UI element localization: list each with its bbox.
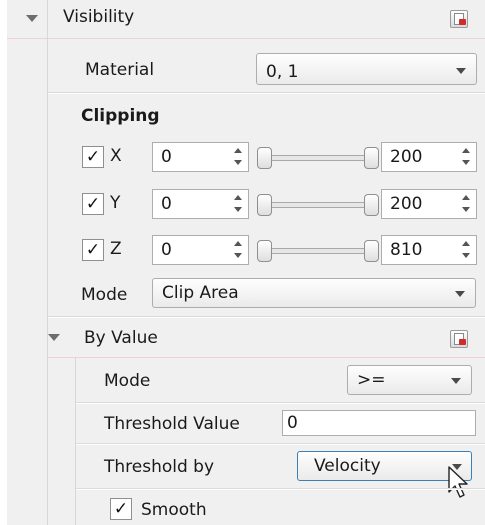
slider-max-handle[interactable] (364, 240, 379, 262)
spin-up-icon[interactable] (230, 238, 246, 250)
clip-axis-row-z: ✓ Z 0 810 (7, 233, 485, 267)
spin-down-icon[interactable] (230, 157, 246, 169)
clip-min-value: 0 (161, 147, 172, 167)
chevron-down-icon (456, 68, 466, 74)
clip-z-range-slider[interactable] (257, 235, 379, 265)
clip-y-label: Y (110, 193, 121, 213)
clip-mode-label: Mode (81, 285, 128, 305)
spin-up-icon[interactable] (458, 238, 474, 250)
spin-down-icon[interactable] (458, 157, 474, 169)
clip-z-min-spinbox[interactable]: 0 (152, 235, 249, 265)
threshold-value-input[interactable]: 0 (282, 410, 476, 436)
clip-y-checkbox[interactable]: ✓ (82, 193, 104, 215)
reset-default-icon[interactable] (450, 330, 468, 348)
spin-down-icon[interactable] (458, 250, 474, 262)
spin-up-icon[interactable] (230, 192, 246, 204)
by-value-mode-value: >= (357, 370, 386, 390)
by-value-mode-label: Mode (104, 371, 151, 391)
clipping-title: Clipping (81, 106, 160, 126)
mouse-pointer-icon (448, 466, 468, 498)
spin-down-icon[interactable] (230, 250, 246, 262)
spin-up-icon[interactable] (458, 192, 474, 204)
clip-x-max-spinbox[interactable]: 200 (381, 142, 477, 172)
threshold-by-value: Velocity (314, 456, 381, 476)
clip-x-range-slider[interactable] (257, 142, 379, 172)
reset-default-icon[interactable] (450, 10, 468, 28)
material-value: 0, 1 (266, 62, 299, 82)
clip-x-checkbox[interactable]: ✓ (82, 146, 104, 168)
slider-max-handle[interactable] (364, 194, 379, 216)
clip-min-value: 0 (161, 240, 172, 260)
expanded-triangle-icon[interactable] (26, 15, 38, 22)
by-value-mode-combo[interactable]: >= (347, 365, 472, 395)
clip-mode-value: Clip Area (162, 283, 239, 303)
slider-min-handle[interactable] (257, 147, 272, 169)
clip-x-label: X (110, 146, 122, 166)
clip-min-value: 0 (161, 194, 172, 214)
threshold-value-label: Threshold Value (104, 414, 240, 434)
clip-axis-row-x: ✓ X 0 200 (7, 140, 485, 174)
visibility-header[interactable]: Visibility (7, 0, 485, 38)
smooth-label: Smooth (141, 500, 207, 520)
clip-y-max-spinbox[interactable]: 200 (381, 189, 477, 219)
clip-y-min-spinbox[interactable]: 0 (152, 189, 249, 219)
clip-max-value: 200 (390, 147, 423, 167)
material-label: Material (85, 60, 155, 80)
chevron-down-icon (455, 291, 465, 297)
slider-min-handle[interactable] (257, 240, 272, 262)
spin-up-icon[interactable] (458, 145, 474, 157)
clip-z-label: Z (110, 239, 122, 259)
spin-down-icon[interactable] (458, 204, 474, 216)
chevron-down-icon (451, 378, 461, 384)
slider-min-handle[interactable] (257, 194, 272, 216)
slider-max-handle[interactable] (364, 147, 379, 169)
visibility-header-label: Visibility (63, 7, 135, 27)
threshold-value-text: 0 (287, 413, 298, 433)
clip-z-checkbox[interactable]: ✓ (82, 239, 104, 261)
material-combo[interactable]: 0, 1 (256, 53, 477, 85)
clip-axis-row-y: ✓ Y 0 200 (7, 187, 485, 221)
smooth-checkbox[interactable]: ✓ (110, 498, 132, 520)
properties-panel: Visibility Material 0, 1 Clipping ✓ X 0 (7, 0, 485, 525)
threshold-by-combo[interactable]: Velocity (297, 451, 472, 481)
expanded-triangle-icon[interactable] (48, 334, 60, 341)
clip-x-min-spinbox[interactable]: 0 (152, 142, 249, 172)
clip-max-value: 200 (390, 194, 423, 214)
clip-max-value: 810 (390, 240, 423, 260)
clip-y-range-slider[interactable] (257, 189, 379, 219)
threshold-by-label: Threshold by (104, 457, 215, 477)
by-value-header[interactable]: By Value (48, 318, 485, 356)
clip-mode-combo[interactable]: Clip Area (152, 278, 476, 308)
spin-down-icon[interactable] (230, 204, 246, 216)
spin-up-icon[interactable] (230, 145, 246, 157)
by-value-header-label: By Value (84, 328, 158, 348)
clip-z-max-spinbox[interactable]: 810 (381, 235, 477, 265)
